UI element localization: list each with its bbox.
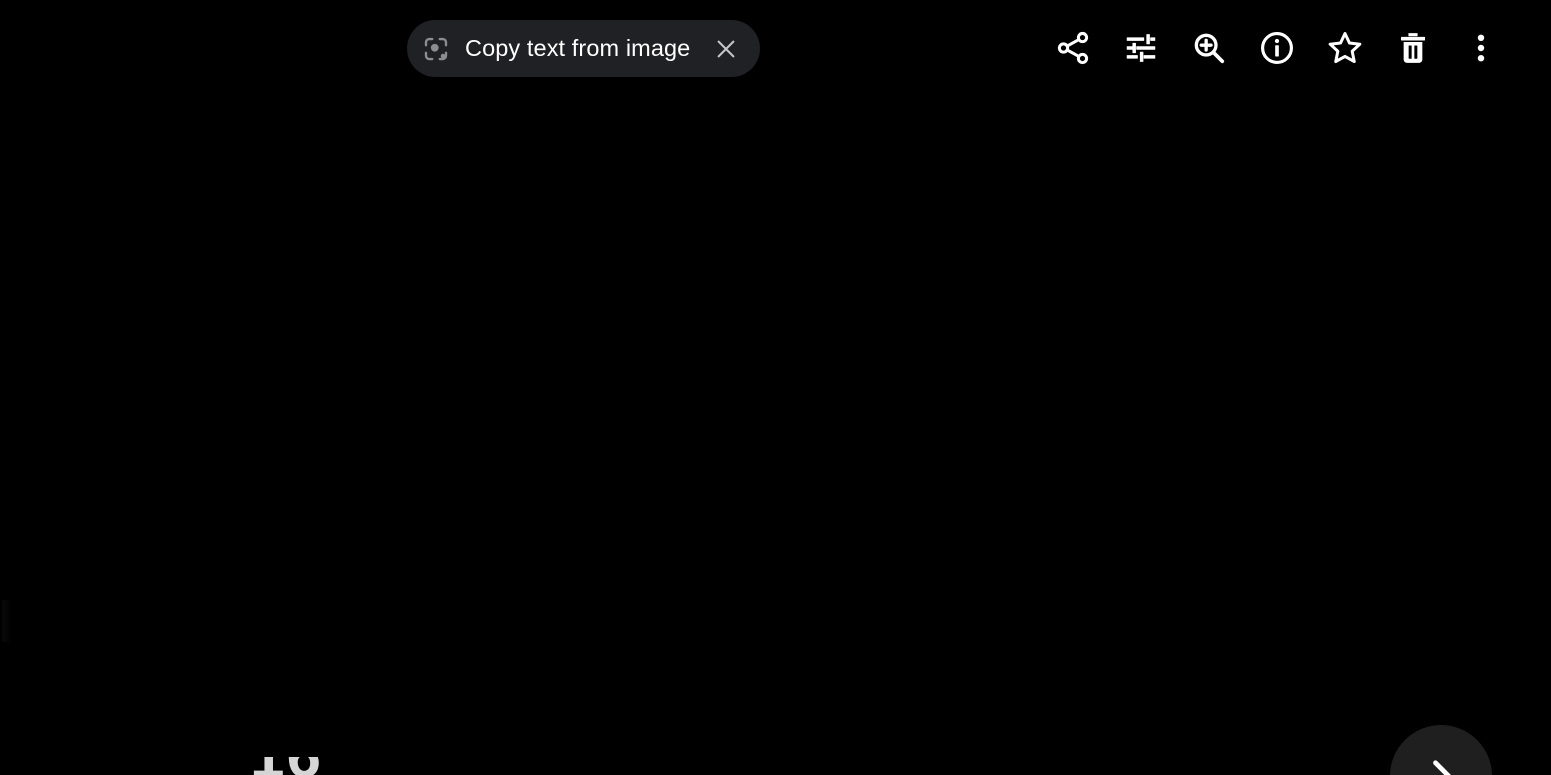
google-lens-icon [419, 32, 453, 66]
toolbar-actions [1039, 10, 1515, 86]
photo-cut-off-text-value: 16 [250, 757, 323, 775]
copy-text-from-image-chip[interactable]: Copy text from image [407, 20, 761, 77]
chevron-right-icon [1419, 754, 1463, 775]
photo-edge-artifact [2, 600, 11, 642]
info-icon [1258, 29, 1296, 67]
photo-viewer: 16 Copy text from image [0, 0, 1551, 775]
chip-label: Copy text from image [465, 34, 691, 61]
favorite-button[interactable] [1311, 14, 1379, 82]
tune-icon [1122, 29, 1160, 67]
delete-button[interactable] [1379, 14, 1447, 82]
star-icon [1325, 28, 1365, 68]
edit-button[interactable] [1107, 14, 1175, 82]
more-vert-icon [1463, 30, 1499, 66]
zoom-in-icon [1190, 29, 1228, 67]
more-options-button[interactable] [1447, 14, 1515, 82]
zoom-in-button[interactable] [1175, 14, 1243, 82]
photo-cut-off-text: 16 [0, 757, 760, 775]
close-icon[interactable] [706, 29, 746, 69]
info-button[interactable] [1243, 14, 1311, 82]
photo-canvas[interactable]: 16 [0, 0, 1551, 775]
share-button[interactable] [1039, 14, 1107, 82]
share-icon [1054, 29, 1092, 67]
trash-icon [1394, 29, 1432, 67]
